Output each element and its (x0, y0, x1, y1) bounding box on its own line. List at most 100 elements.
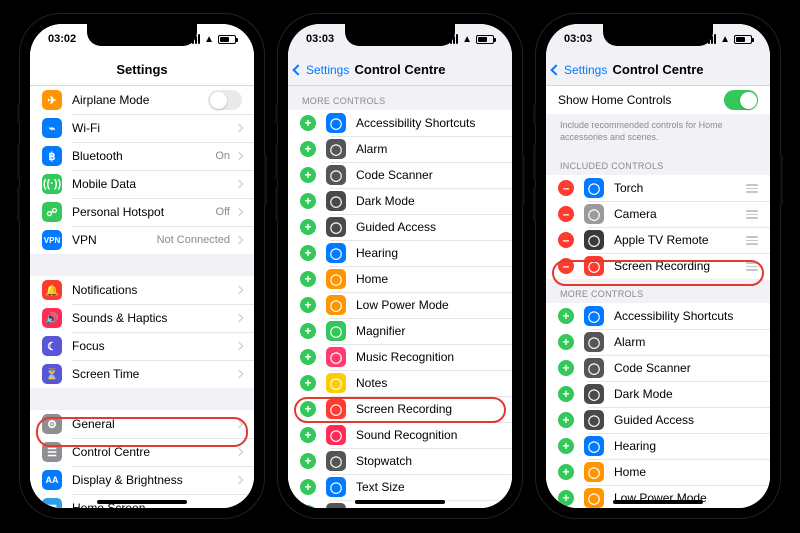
home-indicator[interactable] (97, 500, 187, 504)
add-button[interactable]: + (300, 115, 316, 131)
add-button[interactable]: + (300, 193, 316, 209)
control-icon: ◯ (326, 191, 346, 211)
add-button[interactable]: + (300, 427, 316, 443)
add-button[interactable]: + (558, 464, 574, 480)
control-icon: ◯ (326, 477, 346, 497)
row-focus[interactable]: ☾ Focus (30, 332, 254, 360)
control-row[interactable]: –◯ Torch (546, 175, 770, 201)
row-show-home[interactable]: Show Home Controls (546, 86, 770, 114)
row-airplane[interactable]: ✈ Airplane Mode (30, 86, 254, 114)
add-button[interactable]: + (300, 479, 316, 495)
drag-handle-icon[interactable] (744, 262, 758, 271)
drag-handle-icon[interactable] (744, 184, 758, 193)
battery-icon (476, 35, 494, 44)
control-row[interactable]: +◯Code Scanner (288, 162, 512, 188)
control-row[interactable]: –◯Camera (546, 201, 770, 227)
control-row[interactable]: –◯Apple TV Remote (546, 227, 770, 253)
control-label: Hearing (356, 246, 500, 260)
airplane-toggle[interactable] (208, 90, 242, 110)
gear-icon: ⚙ (42, 414, 62, 434)
hourglass-icon: ⏳ (42, 364, 62, 384)
control-row[interactable]: +◯Hearing (288, 240, 512, 266)
add-button[interactable]: + (300, 323, 316, 339)
add-button[interactable]: + (300, 349, 316, 365)
row-screentime[interactable]: ⏳ Screen Time (30, 360, 254, 388)
control-row[interactable]: –◯Screen Recording (546, 253, 770, 279)
moon-icon: ☾ (42, 336, 62, 356)
control-label: Torch (614, 181, 744, 195)
control-icon: ◯ (584, 178, 604, 198)
row-hotspot[interactable]: ☍ Personal Hotspot Off (30, 198, 254, 226)
control-row[interactable]: +◯Alarm (288, 136, 512, 162)
hint-text: Include recommended controls for Home ac… (546, 114, 770, 151)
control-row[interactable]: +◯Screen Recording (288, 396, 512, 422)
add-button[interactable]: + (300, 167, 316, 183)
control-row[interactable]: +◯Text Size (288, 474, 512, 500)
control-row[interactable]: +◯Sound Recognition (288, 422, 512, 448)
add-button[interactable]: + (300, 453, 316, 469)
control-label: Low Power Mode (356, 298, 500, 312)
control-row[interactable]: +◯Hearing (546, 433, 770, 459)
control-row[interactable]: +◯Low Power Mode (288, 292, 512, 318)
remove-button[interactable]: – (558, 206, 574, 222)
row-notifications[interactable]: 🔔 Notifications (30, 276, 254, 304)
drag-handle-icon[interactable] (744, 236, 758, 245)
control-row[interactable]: +◯Code Scanner (546, 355, 770, 381)
add-button[interactable]: + (300, 505, 316, 508)
add-button[interactable]: + (300, 219, 316, 235)
add-button[interactable]: + (300, 141, 316, 157)
add-button[interactable]: + (300, 401, 316, 417)
row-wifi[interactable]: ⌁ Wi-Fi (30, 114, 254, 142)
settings-list[interactable]: ✈ Airplane Mode ⌁ Wi-Fi ฿ Bluetooth On (… (30, 86, 254, 508)
control-row[interactable]: +◯Home (546, 459, 770, 485)
row-control-centre[interactable]: ☰ Control Centre (30, 438, 254, 466)
control-row[interactable]: +◯Dark Mode (288, 188, 512, 214)
control-row[interactable]: +◯Low Power Mode (546, 485, 770, 508)
row-bluetooth[interactable]: ฿ Bluetooth On (30, 142, 254, 170)
remove-button[interactable]: – (558, 232, 574, 248)
remove-button[interactable]: – (558, 258, 574, 274)
control-row[interactable]: +◯Accessibility Shortcuts (546, 303, 770, 329)
control-row[interactable]: +◯Guided Access (288, 214, 512, 240)
control-row[interactable]: +◯Stopwatch (288, 448, 512, 474)
drag-handle-icon[interactable] (744, 210, 758, 219)
control-label: Stopwatch (356, 454, 500, 468)
control-row[interactable]: +◯Guided Access (546, 407, 770, 433)
back-button[interactable]: Settings (552, 54, 607, 85)
home-indicator[interactable] (613, 500, 703, 504)
control-row[interactable]: +◯Home (288, 266, 512, 292)
add-button[interactable]: + (300, 271, 316, 287)
add-button[interactable]: + (558, 386, 574, 402)
row-mobile[interactable]: ((·)) Mobile Data (30, 170, 254, 198)
controls-list[interactable]: MORE CONTROLS +◯Accessibility Shortcuts+… (288, 86, 512, 508)
control-row[interactable]: +◯Magnifier (288, 318, 512, 344)
show-home-toggle[interactable] (724, 90, 758, 110)
row-general[interactable]: ⚙ General (30, 410, 254, 438)
back-button[interactable]: Settings (294, 54, 349, 85)
add-button[interactable]: + (300, 297, 316, 313)
control-icon: ◯ (584, 410, 604, 430)
add-button[interactable]: + (558, 360, 574, 376)
add-button[interactable]: + (300, 245, 316, 261)
control-label: Magnifier (356, 324, 500, 338)
control-row[interactable]: +◯Accessibility Shortcuts (288, 110, 512, 136)
control-row[interactable]: +◯Alarm (546, 329, 770, 355)
airplane-icon: ✈ (42, 90, 62, 110)
home-indicator[interactable] (355, 500, 445, 504)
control-row[interactable]: +◯Dark Mode (546, 381, 770, 407)
row-vpn[interactable]: VPN VPN Not Connected (30, 226, 254, 254)
add-button[interactable]: + (558, 490, 574, 506)
add-button[interactable]: + (300, 375, 316, 391)
row-display[interactable]: AA Display & Brightness (30, 466, 254, 494)
controls-list[interactable]: Show Home Controls Include recommended c… (546, 86, 770, 508)
antenna-icon: ((·)) (42, 174, 62, 194)
control-row[interactable]: +◯Notes (288, 370, 512, 396)
add-button[interactable]: + (558, 412, 574, 428)
control-icon: ◯ (584, 488, 604, 508)
add-button[interactable]: + (558, 334, 574, 350)
add-button[interactable]: + (558, 438, 574, 454)
add-button[interactable]: + (558, 308, 574, 324)
control-row[interactable]: +◯Music Recognition (288, 344, 512, 370)
row-sounds[interactable]: 🔊 Sounds & Haptics (30, 304, 254, 332)
remove-button[interactable]: – (558, 180, 574, 196)
